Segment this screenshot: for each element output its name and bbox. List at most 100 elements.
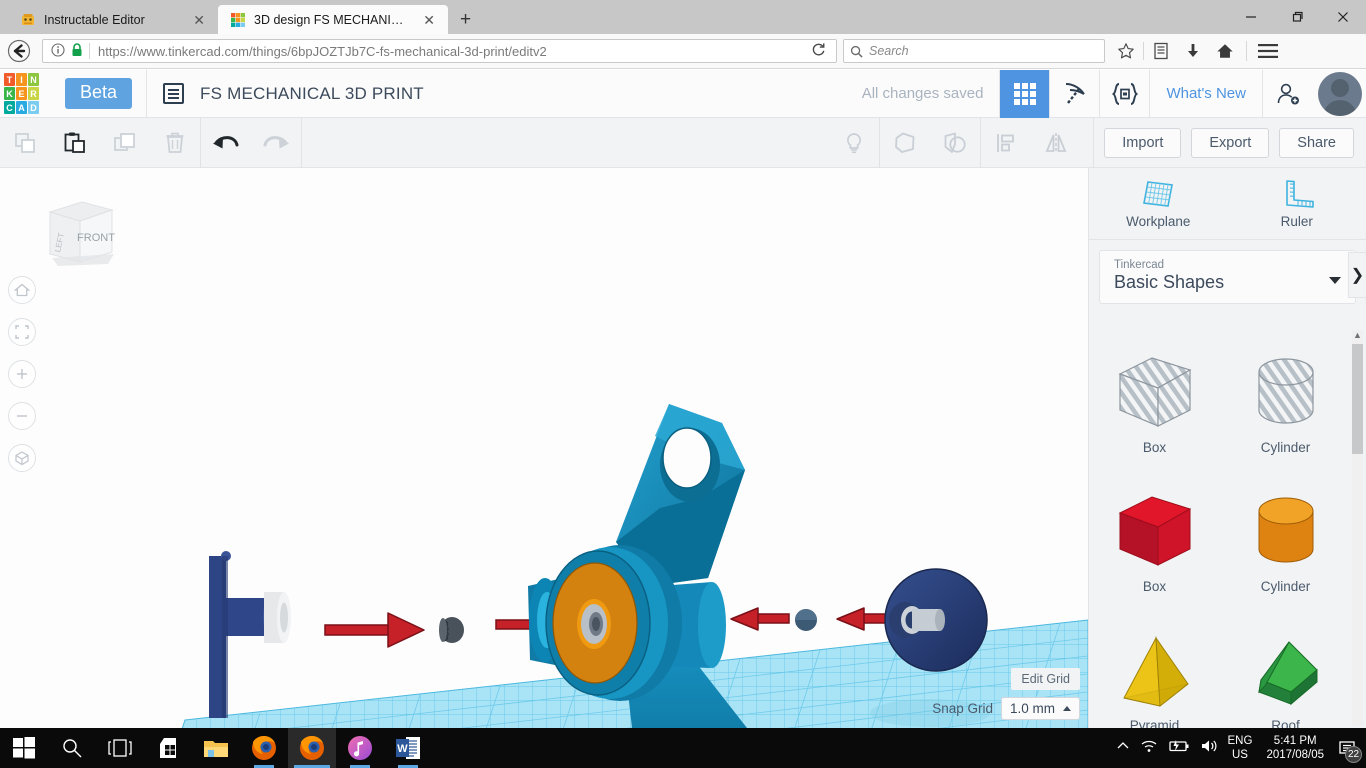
- copy-icon[interactable]: [0, 118, 50, 168]
- divider: [146, 69, 148, 118]
- add-user-icon[interactable]: [1262, 69, 1312, 118]
- tinkercad-logo[interactable]: T I N K E R C A D: [4, 73, 51, 114]
- notification-center-icon[interactable]: 22: [1334, 735, 1362, 763]
- shape-item-pyramid[interactable]: Pyramid: [1089, 612, 1220, 728]
- shapes-panel: Workplane Ruler Tinkercad Basic Shapes B…: [1088, 168, 1366, 728]
- zoom-out-icon[interactable]: [8, 402, 36, 430]
- undo-icon[interactable]: [201, 118, 251, 168]
- bookmark-star-icon[interactable]: [1111, 36, 1141, 66]
- search-icon[interactable]: [48, 728, 96, 768]
- language-indicator[interactable]: ENG US: [1228, 734, 1253, 762]
- shape-item-box-hole[interactable]: Box: [1089, 334, 1220, 473]
- volume-icon[interactable]: [1200, 738, 1218, 759]
- shape-label: Pyramid: [1129, 718, 1180, 728]
- new-tab-button[interactable]: +: [448, 10, 483, 34]
- mirror-icon[interactable]: [1031, 118, 1081, 168]
- search-bar[interactable]: Search: [843, 39, 1105, 63]
- codeblocks-icon[interactable]: [1099, 69, 1149, 118]
- project-list-icon[interactable]: [163, 83, 185, 104]
- lock-icon: [69, 42, 89, 60]
- battery-icon[interactable]: [1168, 739, 1190, 758]
- logo-cell: I: [16, 73, 27, 86]
- store-icon[interactable]: [144, 728, 192, 768]
- group-icon[interactable]: [880, 118, 930, 168]
- editor-toolbar: Import Export Share: [0, 117, 1366, 168]
- browser-tab-tinkercad[interactable]: 3D design FS MECHANICAL ✕: [218, 5, 448, 34]
- paste-icon[interactable]: [50, 118, 100, 168]
- snap-grid-value: 1.0 mm: [1009, 701, 1055, 716]
- logo-cell: T: [4, 73, 15, 86]
- model-part-cap[interactable]: [884, 568, 988, 672]
- browser-tab-instructable[interactable]: Instructable Editor ✕: [8, 5, 218, 34]
- shape-item-cylinder-hole[interactable]: Cylinder: [1220, 334, 1351, 473]
- home-icon[interactable]: [1210, 36, 1240, 66]
- task-view-icon[interactable]: [96, 728, 144, 768]
- firefox-icon[interactable]: [240, 728, 288, 768]
- lightbulb-icon[interactable]: [829, 118, 879, 168]
- align-icon[interactable]: [981, 118, 1031, 168]
- annotation-arrow-right-1: [324, 612, 425, 648]
- grid-view-icon[interactable]: [999, 69, 1050, 118]
- pickaxe-icon[interactable]: [1049, 69, 1099, 118]
- shape-item-roof[interactable]: Roof: [1220, 612, 1351, 728]
- start-icon[interactable]: [0, 728, 48, 768]
- notification-badge: 22: [1345, 746, 1362, 763]
- word-icon[interactable]: W: [384, 728, 432, 768]
- import-button[interactable]: Import: [1104, 127, 1182, 158]
- collapse-panel-button[interactable]: ❯: [1348, 252, 1366, 298]
- ungroup-icon[interactable]: [930, 118, 980, 168]
- show-hidden-icons[interactable]: [1116, 739, 1130, 758]
- 3d-canvas[interactable]: LEFT FRONT Edit Grid Snap Grid 1.0 mm: [0, 168, 1088, 728]
- workplane-tool[interactable]: Workplane: [1089, 168, 1228, 239]
- model-part-washer[interactable]: [795, 609, 817, 631]
- snap-grid-select[interactable]: 1.0 mm: [1000, 697, 1080, 720]
- library-icon[interactable]: [1146, 36, 1176, 66]
- scrollbar-thumb[interactable]: [1352, 344, 1363, 454]
- shape-item-box-red[interactable]: Box: [1089, 473, 1220, 612]
- orthographic-icon[interactable]: [8, 444, 36, 472]
- close-button[interactable]: [1320, 0, 1366, 34]
- firefox-icon[interactable]: [288, 728, 336, 768]
- language-line-1: ENG: [1227, 735, 1253, 747]
- export-button[interactable]: Export: [1191, 127, 1270, 158]
- redo-icon[interactable]: [251, 118, 301, 168]
- minimize-button[interactable]: [1228, 0, 1274, 34]
- tab-close-icon[interactable]: ✕: [190, 11, 208, 29]
- itunes-icon[interactable]: [336, 728, 384, 768]
- windows-taskbar: W ENG US 5:41 PM 2017/08/05 22: [0, 728, 1366, 768]
- search-icon: [850, 45, 863, 58]
- workplane-icon: [1143, 181, 1174, 207]
- fit-to-view-icon[interactable]: [8, 318, 36, 346]
- tab-close-icon[interactable]: ✕: [420, 11, 438, 29]
- chevron-down-icon: [1329, 277, 1341, 284]
- snap-grid-label: Snap Grid: [932, 701, 993, 716]
- ruler-tool[interactable]: Ruler: [1228, 168, 1366, 239]
- clock[interactable]: 5:41 PM 2017/08/05: [1266, 734, 1324, 762]
- beta-badge[interactable]: Beta: [65, 78, 133, 109]
- shape-library-select[interactable]: Tinkercad Basic Shapes: [1099, 250, 1356, 304]
- page-info-icon[interactable]: [47, 42, 69, 60]
- url-bar[interactable]: https://www.tinkercad.com/things/6bpJOZT…: [42, 39, 837, 63]
- toolbar-clipboard-group: [0, 118, 200, 168]
- shape-item-cylinder-orange[interactable]: Cylinder: [1220, 473, 1351, 612]
- home-view-icon[interactable]: [8, 276, 36, 304]
- reload-icon[interactable]: [805, 42, 832, 60]
- back-icon[interactable]: [4, 36, 34, 66]
- model-part-spring[interactable]: [439, 617, 464, 643]
- delete-icon[interactable]: [150, 118, 200, 168]
- zoom-in-icon[interactable]: [8, 360, 36, 388]
- panel-scrollbar[interactable]: ▲: [1352, 330, 1363, 726]
- wifi-icon[interactable]: [1140, 738, 1158, 759]
- edit-grid-button[interactable]: Edit Grid: [1011, 668, 1080, 690]
- model-part-bolt[interactable]: [209, 551, 291, 718]
- maximize-button[interactable]: [1274, 0, 1320, 34]
- scroll-up-arrow-icon[interactable]: ▲: [1352, 330, 1363, 343]
- view-cube[interactable]: LEFT FRONT: [22, 196, 118, 279]
- share-button[interactable]: Share: [1279, 127, 1354, 158]
- downloads-icon[interactable]: [1178, 36, 1208, 66]
- duplicate-icon[interactable]: [100, 118, 150, 168]
- menu-icon[interactable]: [1253, 36, 1283, 66]
- whats-new-link[interactable]: What's New: [1149, 69, 1262, 118]
- file-explorer-icon[interactable]: [192, 728, 240, 768]
- avatar[interactable]: [1318, 71, 1362, 116]
